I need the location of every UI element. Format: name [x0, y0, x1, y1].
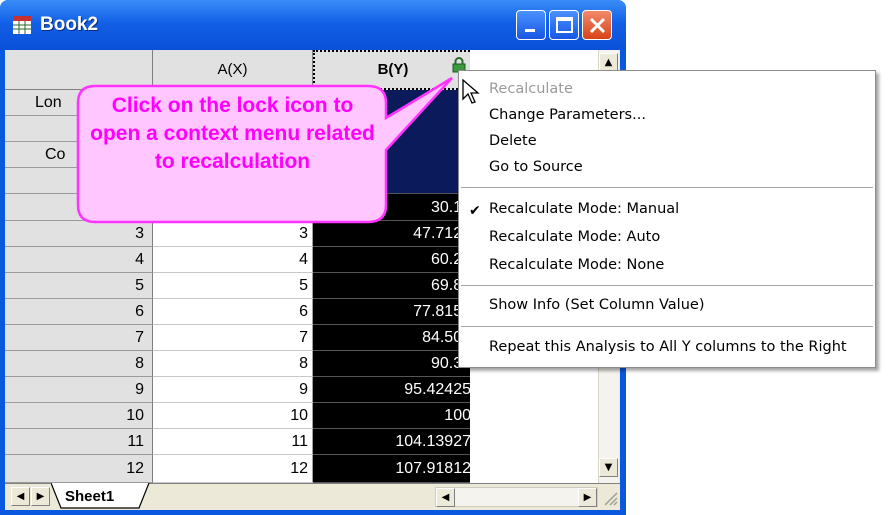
menu-item-recalculate[interactable]: Recalculate [489, 81, 573, 97]
menu-item-show-info[interactable]: Show Info (Set Column Value) [489, 297, 704, 313]
menu-item-repeat-analysis[interactable]: Repeat this Analysis to All Y columns to… [489, 339, 847, 355]
menu-separator [461, 285, 873, 286]
row-header[interactable]: 10 [5, 403, 153, 429]
scroll-down-button[interactable]: ▼ [599, 458, 618, 477]
tab-scroll-right-button[interactable]: ▶ [31, 487, 50, 506]
scroll-left-button[interactable]: ◀ [436, 488, 455, 507]
cell-a[interactable]: 12 [153, 455, 313, 483]
column-header-b-label: B(Y) [377, 61, 409, 78]
horizontal-scrollbar[interactable]: ◀ ▶ [435, 487, 598, 507]
minimize-icon [525, 29, 535, 32]
tab-sheet1[interactable]: Sheet1 [65, 488, 114, 505]
menu-item-mode-auto[interactable]: Recalculate Mode: Auto [489, 229, 660, 245]
tab-scroll-left-button[interactable]: ◀ [11, 487, 30, 506]
cell-b[interactable]: 77.8151 [313, 299, 473, 325]
scroll-right-button[interactable]: ▶ [578, 488, 597, 507]
close-icon [589, 17, 606, 34]
cell-b[interactable]: 104.13927 [313, 429, 473, 455]
cell-a[interactable]: 4 [153, 247, 313, 273]
cell-b[interactable]: 107.91812 [313, 455, 473, 483]
check-icon: ✔ [469, 203, 481, 219]
window-title: Book2 [40, 14, 99, 35]
maximize-button[interactable] [549, 10, 579, 40]
cell-b[interactable]: 69.89 [313, 273, 473, 299]
menu-separator [461, 326, 873, 327]
cell-b[interactable]: 90.30 [313, 351, 473, 377]
row-header[interactable]: 8 [5, 351, 153, 377]
callout-text: Click on the lock icon to open a context… [90, 94, 375, 173]
cell-b[interactable]: 47.7121 [313, 221, 473, 247]
row-header[interactable] [5, 194, 153, 221]
sheet-tab-bar: ◀ ▶ Sheet1 ◀ ▶ [5, 483, 620, 510]
cell-b[interactable]: 30.10 [313, 194, 473, 221]
cell-b[interactable]: 84.509 [313, 325, 473, 351]
menu-item-go-to-source[interactable]: Go to Source [489, 159, 583, 175]
row-header[interactable]: 6 [5, 299, 153, 325]
resize-grip-icon[interactable] [602, 490, 618, 506]
cell-a[interactable] [153, 194, 313, 221]
maximize-icon [556, 17, 573, 33]
cell-a[interactable]: 7 [153, 325, 313, 351]
row-header[interactable]: 7 [5, 325, 153, 351]
column-header-b[interactable]: B(Y) [313, 50, 473, 90]
menu-separator [461, 187, 873, 188]
column-header-a[interactable]: A(X) [153, 50, 313, 90]
cell-a[interactable]: 3 [153, 221, 313, 247]
menu-item-change-parameters[interactable]: Change Parameters... [489, 107, 646, 123]
mouse-pointer-icon [462, 79, 480, 104]
row-header[interactable]: 12 [5, 455, 153, 483]
row-header[interactable]: 11 [5, 429, 153, 455]
minimize-button[interactable] [516, 10, 546, 40]
menu-item-mode-manual[interactable]: Recalculate Mode: Manual [489, 201, 679, 217]
cell-a[interactable]: 11 [153, 429, 313, 455]
cell-b[interactable]: 60.20 [313, 247, 473, 273]
cell-a[interactable]: 6 [153, 299, 313, 325]
cell-b[interactable]: 95.42425 [313, 377, 473, 403]
row-header[interactable]: 9 [5, 377, 153, 403]
row-header[interactable]: 5 [5, 273, 153, 299]
cell-a[interactable]: 5 [153, 273, 313, 299]
cell-b[interactable]: 100 [313, 403, 473, 429]
title-bar[interactable]: Book2 [0, 0, 626, 50]
corner-header[interactable] [5, 50, 153, 90]
menu-item-delete[interactable]: Delete [489, 133, 537, 149]
cell-a[interactable]: 10 [153, 403, 313, 429]
row-header[interactable]: 4 [5, 247, 153, 273]
cell-a[interactable]: 9 [153, 377, 313, 403]
workbook-icon [13, 16, 31, 34]
close-button[interactable] [582, 10, 612, 40]
row-header[interactable]: 3 [5, 221, 153, 247]
cell-a[interactable]: 8 [153, 351, 313, 377]
context-menu: Recalculate Change Parameters... Delete … [458, 70, 876, 368]
menu-item-mode-none[interactable]: Recalculate Mode: None [489, 257, 664, 273]
